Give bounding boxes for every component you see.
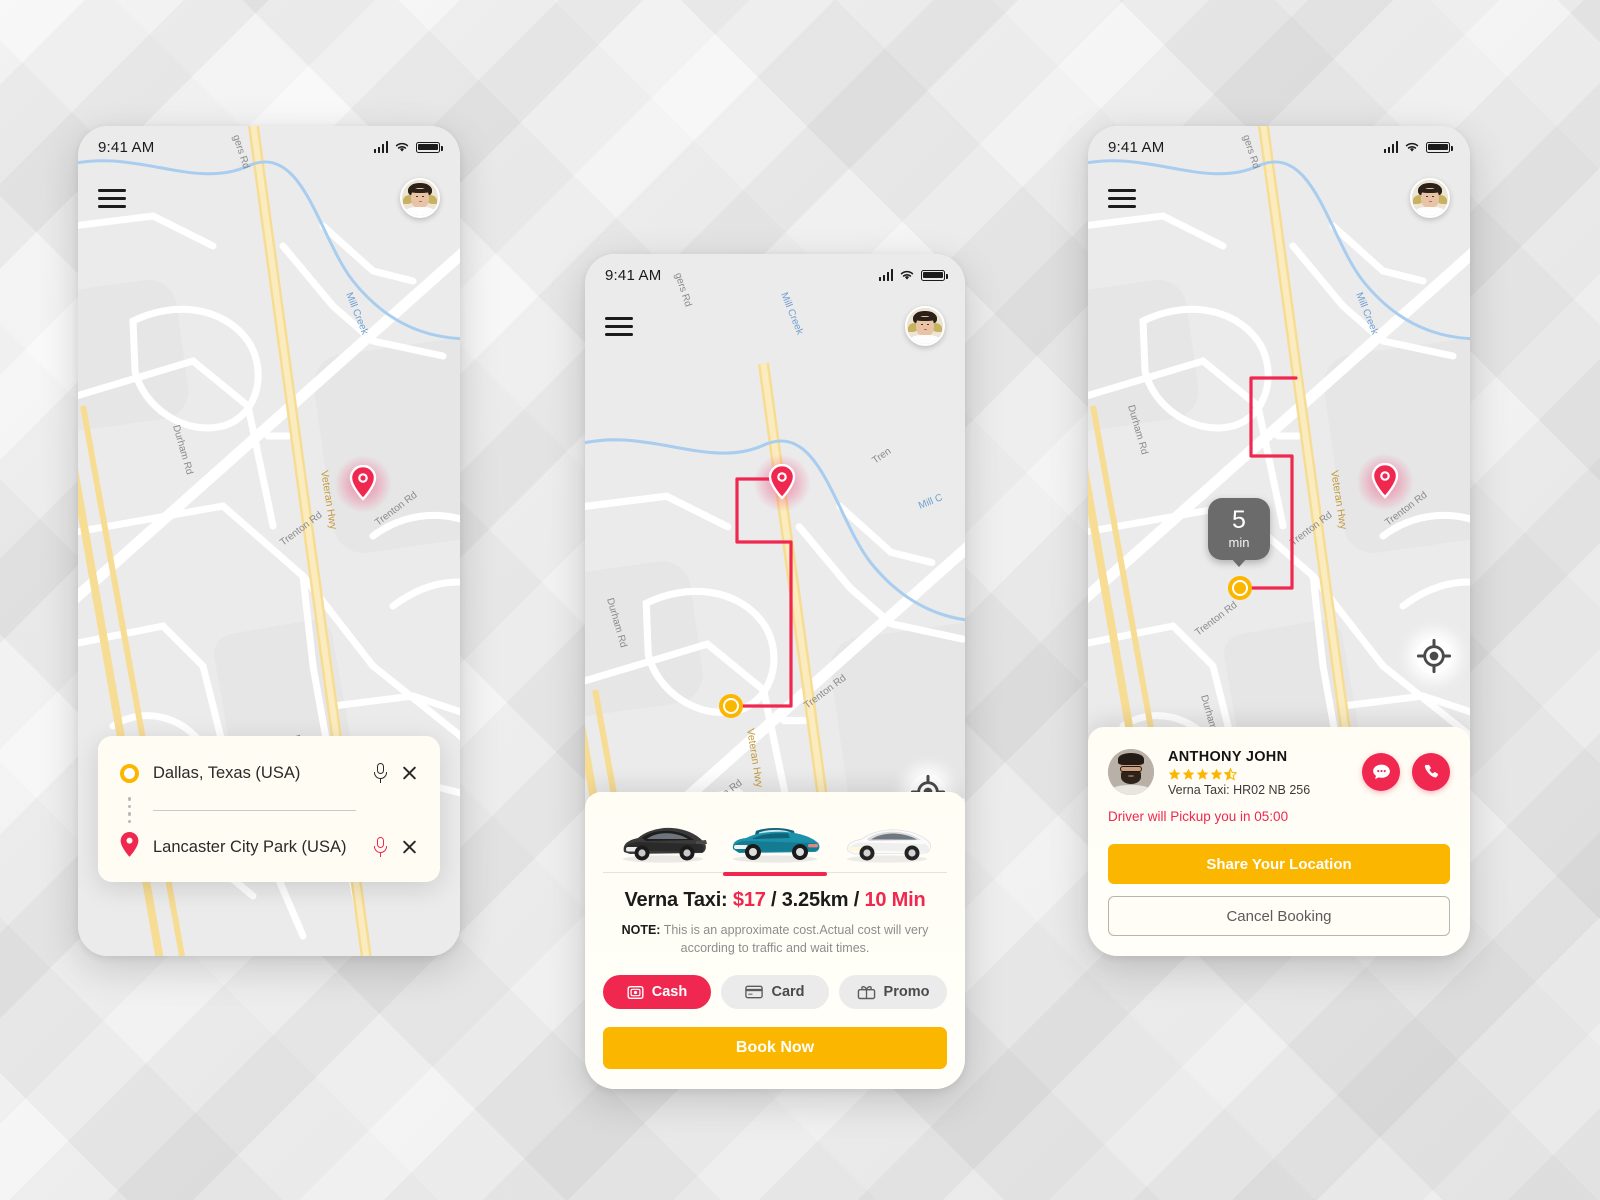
destination-input[interactable]: Lancaster City Park (USA) [153,838,360,857]
gps-locate-button-3[interactable] [1416,638,1452,674]
star-icon [1182,768,1195,780]
payment-method-row: Cash Card Promo [603,975,947,1009]
car-option-convertible[interactable] [723,812,827,876]
wifi-icon [395,142,409,152]
destination-pin-icon [120,832,139,862]
phone-screen-search: Durham Rd Trenton Rd Durham Rd Durham Rd… [78,126,460,956]
car-type-tabs [603,808,947,876]
wifi-icon [900,270,914,280]
locate-crosshair-icon [1416,638,1452,674]
car-option-sedan[interactable] [835,812,939,876]
driver-avatar [1108,749,1154,795]
user-avatar-1[interactable] [400,178,440,218]
driver-vehicle: Verna Taxi: HR02 NB 256 [1168,783,1311,797]
eta-value: 5 [1232,506,1246,534]
driver-name: ANTHONY JOHN [1168,749,1288,765]
wifi-icon [1405,142,1419,152]
hamburger-menu-icon[interactable] [605,316,633,336]
battery-full-icon [921,269,948,281]
origin-clear-button[interactable] [401,765,418,782]
origin-row[interactable]: Dallas, Texas (USA) [120,756,418,790]
convertible-car-icon [732,827,820,863]
status-bar-1: 9:41 AM [78,126,460,168]
origin-dot-marker-3[interactable] [1228,576,1252,600]
user-avatar-3[interactable] [1410,178,1450,218]
star-icon [1210,768,1223,780]
car-option-sports[interactable] [611,812,715,876]
sedan-car-icon [847,829,931,863]
destination-pin-marker-3[interactable] [1356,452,1414,511]
gift-tag-icon [857,985,875,999]
fare-distance: 3.25km [781,888,849,911]
origin-dot-icon [120,763,139,783]
note-label: NOTE: [621,922,661,937]
payment-option-card[interactable]: Card [721,975,829,1009]
signal-bars-icon [878,269,893,281]
sports-car-icon [623,827,707,863]
top-bar-2 [585,302,965,350]
signal-bars-icon [1383,141,1398,153]
destination-pin-marker-2[interactable] [753,453,811,512]
pickup-eta-note: Driver will Pickup you in 05:00 [1108,809,1289,824]
signal-bars-icon [373,141,388,153]
note-text: This is an approximate cost.Actual cost … [663,922,929,955]
location-search-card: Dallas, Texas (USA) Lancaster City Park … [98,736,440,882]
user-avatar-2[interactable] [905,306,945,346]
star-icon [1168,768,1181,780]
eta-bubble: 5 min [1208,498,1270,560]
payment-option-cash[interactable]: Cash [603,975,711,1009]
payment-option-cash-label: Cash [651,984,688,1000]
fare-sep-2: / [853,888,860,911]
battery-full-icon [416,141,443,153]
star-half-icon [1224,768,1237,781]
chat-bubble-icon [1372,764,1390,779]
status-time: 9:41 AM [1108,138,1165,156]
star-icon [1196,768,1209,780]
driver-rating-stars [1168,768,1348,781]
book-now-button[interactable]: Book Now [603,1027,947,1069]
phone-screen-booking: Durham Rd Durham Rd Trenton Rd Trenton R… [585,254,965,1089]
wallet-icon [627,985,644,999]
fare-note: NOTE: This is an approximate cost.Actual… [603,921,947,957]
driver-card: ANTHONY JOHN Verna Taxi: HR02 NB 256 Dri… [1088,727,1470,956]
origin-microphone-icon[interactable] [374,763,387,783]
fare-price: $17 [732,888,766,911]
destination-microphone-icon[interactable] [374,837,387,857]
status-bar-2: 9:41 AM [585,254,965,296]
hamburger-menu-icon[interactable] [98,188,126,208]
fare-duration: 10 Min [864,888,926,911]
eta-unit: min [1228,535,1250,550]
payment-option-promo[interactable]: Promo [839,975,947,1009]
destination-clear-button[interactable] [401,839,418,856]
phone-screen-tracking: Durham Rd Trenton Rd Trenton Rd Durham R… [1088,126,1470,956]
destination-row[interactable]: Lancaster City Park (USA) [120,830,418,864]
credit-card-icon [745,985,764,999]
share-location-button[interactable]: Share Your Location [1108,844,1450,884]
fare-summary: Verna Taxi: $17 / 3.25km / 10 Min [603,889,947,912]
fare-sep-1: / [771,888,777,911]
hamburger-menu-icon[interactable] [1108,188,1136,208]
payment-option-promo-label: Promo [883,984,930,1000]
status-time: 9:41 AM [98,138,155,156]
phone-call-icon [1424,764,1439,778]
call-driver-button[interactable] [1412,753,1450,791]
driver-row: ANTHONY JOHN Verna Taxi: HR02 NB 256 [1108,749,1450,797]
fare-taxi-name: Verna Taxi: [624,888,728,911]
status-bar-3: 9:41 AM [1088,126,1470,168]
top-bar-3 [1088,174,1470,222]
route-connector [120,790,418,830]
battery-full-icon [1426,141,1453,153]
payment-option-card-label: Card [771,984,805,1000]
status-time: 9:41 AM [605,266,662,284]
cancel-booking-button[interactable]: Cancel Booking [1108,896,1450,936]
origin-dot-marker-2[interactable] [719,694,743,718]
message-driver-button[interactable] [1362,753,1400,791]
origin-input[interactable]: Dallas, Texas (USA) [153,764,360,783]
destination-pin-marker[interactable] [334,454,392,513]
top-bar-1 [78,174,460,222]
booking-card: Verna Taxi: $17 / 3.25km / 10 Min NOTE: … [585,791,965,1089]
